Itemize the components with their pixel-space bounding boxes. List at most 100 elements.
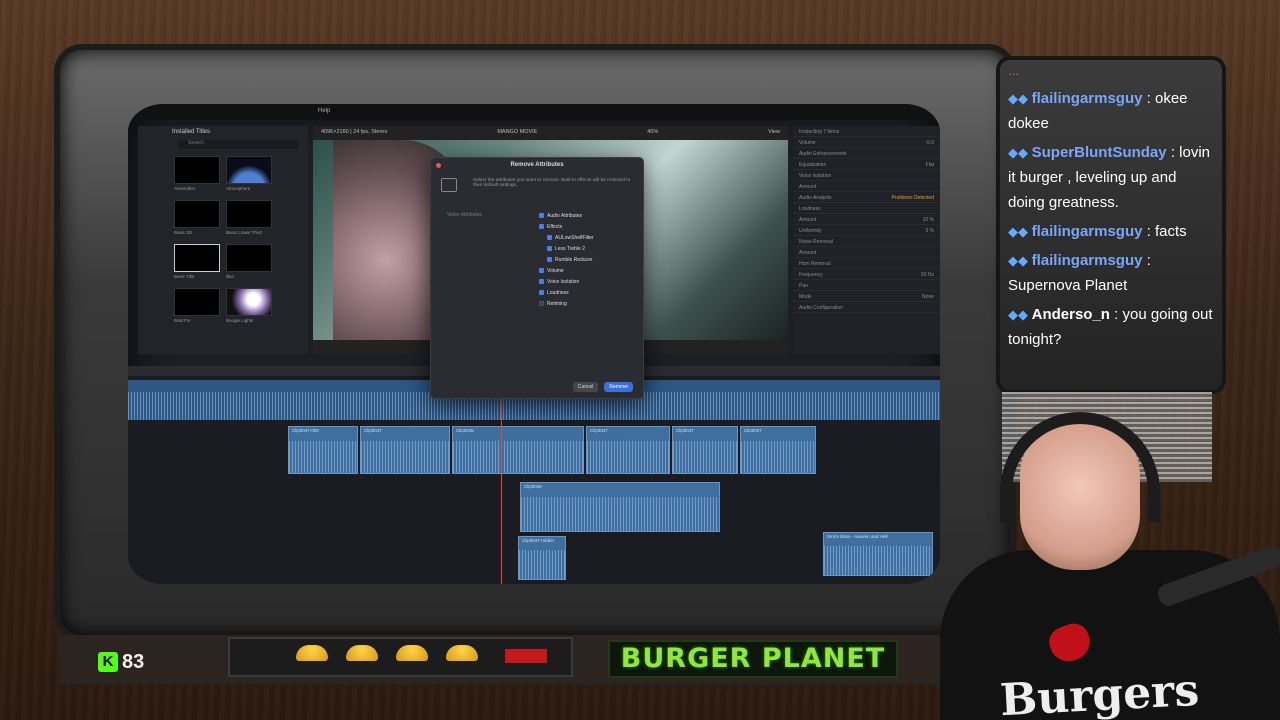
attribute-checkbox-row[interactable]: Volume [539, 265, 594, 276]
attribute-checkbox-row[interactable]: Rumble Reducer [539, 254, 594, 265]
attribute-checkbox-row[interactable]: AULowShelfFilter [539, 232, 594, 243]
inspector-row[interactable]: Amount 10 % [793, 214, 940, 225]
title-thumbnail[interactable]: Assembler [174, 156, 220, 196]
inspector-header-label: Inspecting 7 items [799, 129, 840, 135]
timeline-clip[interactable]: Clip0047-rubber [518, 536, 566, 580]
checkbox[interactable] [547, 235, 552, 240]
checkbox[interactable] [547, 246, 552, 251]
attribute-checkbox-row[interactable]: Audio Attributes [539, 210, 594, 221]
clip-waveform [289, 440, 357, 473]
title-thumbnail[interactable]: Bold Fin [174, 288, 220, 328]
inspector-row[interactable]: Equalization Flat [793, 159, 940, 170]
timeline-clip[interactable]: Clip0048 [520, 482, 720, 532]
thumbnail-image [174, 200, 220, 228]
title-thumbnail[interactable]: Basic 3D [174, 200, 220, 240]
inspector-row[interactable]: Hum Removal [793, 258, 940, 269]
chat-username[interactable]: Anderso_n [1032, 306, 1110, 323]
shirt-logo-text: Burgers [998, 664, 1201, 720]
chat-username[interactable]: flailingarmsguy [1032, 252, 1143, 269]
attribute-checkbox-row[interactable]: Loudness [539, 287, 594, 298]
clip-waveform [673, 440, 737, 473]
title-thumbnail[interactable]: Atmosphere [226, 156, 272, 196]
inspector-row[interactable]: Amount [793, 247, 940, 258]
attribute-checkbox-row[interactable]: Retiming [539, 298, 594, 309]
inspector-row-label: Loudness [799, 206, 821, 212]
title-thumbnail[interactable]: Basic Lower Third [226, 200, 272, 240]
inspector-row-label: Audio Enhancements [799, 151, 847, 157]
badge-icon: ◆◆ [1008, 91, 1032, 106]
chat-cut-line: … [1008, 66, 1019, 78]
inspector-row[interactable]: Audio Analysis Problems Detected [793, 192, 940, 203]
chat-message: ◆◆ flailingarmsguy : Supernova Planet [1008, 248, 1213, 298]
attribute-label: Volume [547, 267, 564, 274]
burger-dial-panel [228, 637, 573, 677]
timeline-clip[interactable]: Clip0047 [740, 426, 816, 474]
browser-search-input[interactable]: Search [178, 140, 298, 149]
attribute-label: Rumble Reducer [555, 256, 593, 263]
viewer-view-menu[interactable]: View [768, 129, 780, 135]
inspector-row[interactable]: Uniformity 3 % [793, 225, 940, 236]
inspector-row-label: Amount [799, 184, 817, 190]
menu-help[interactable]: Help [318, 108, 330, 114]
timeline-clip[interactable]: Clip0045 [452, 426, 584, 474]
close-icon[interactable] [436, 163, 441, 168]
attribute-label: Effects [547, 223, 563, 230]
chat-username[interactable]: SuperBluntSunday [1032, 144, 1167, 161]
inspector-row[interactable]: Pan [793, 280, 940, 291]
burger-icon [346, 645, 378, 661]
checkbox[interactable] [547, 257, 552, 262]
checkbox[interactable] [539, 301, 544, 306]
chat-separator: : [1109, 306, 1123, 323]
inspector-row-label: Pan [799, 283, 808, 289]
browser-header[interactable]: Installed Titles [138, 126, 308, 138]
inspector-row[interactable]: Amount [793, 181, 940, 192]
timeline-clip[interactable]: Clip0047-009 [288, 426, 358, 474]
remove-button[interactable]: Remove [604, 382, 633, 392]
playhead[interactable] [501, 374, 502, 584]
chat-username[interactable]: flailingarmsguy [1032, 90, 1143, 107]
timeline-clip[interactable]: Clip0047 [360, 426, 450, 474]
thumbnail-label: Bold Fin [174, 318, 191, 323]
attribute-checkbox-row[interactable]: Effects [539, 221, 594, 232]
checkbox[interactable] [539, 279, 544, 284]
inspector-row[interactable]: Volume -5.0 [793, 137, 940, 148]
brand-sign: BURGER PLANET [608, 640, 898, 678]
inspector-row-label: Hum Removal [799, 261, 831, 267]
inspector-row-label: Audio Analysis [799, 195, 832, 201]
inspector-row[interactable]: Audio Configuration [793, 302, 940, 313]
clip-waveform [824, 545, 932, 575]
inspector-row-label: Voice Isolation [799, 173, 832, 179]
inspector-row[interactable]: Mode None [793, 291, 940, 302]
inspector-row[interactable]: Audio Enhancements [793, 148, 940, 159]
checkbox[interactable] [539, 268, 544, 273]
title-thumbnail[interactable]: Basic Title [174, 244, 220, 284]
clip-label: Clip0047-rubber [522, 538, 555, 543]
viewer-project-title: MANGO MOVIE [497, 129, 538, 135]
viewer-count: 83 [122, 650, 145, 673]
chat-text: Supernova Planet [1008, 277, 1128, 294]
chat-separator: : [1142, 90, 1155, 107]
timeline-clip[interactable]: Clip0047 [586, 426, 670, 474]
thumbnail-image [174, 244, 220, 272]
attribute-checkbox-row[interactable]: Less Treble 2 [539, 243, 594, 254]
chat-username[interactable]: flailingarmsguy [1032, 223, 1143, 240]
checkbox[interactable] [539, 213, 544, 218]
inspector-row[interactable]: Voice Isolation [793, 170, 940, 181]
viewer-format: 4096×2160 | 24 fps, Stereo [321, 129, 388, 135]
timeline-clip[interactable]: Storm Bass - Heaven and Hell [823, 532, 933, 576]
checkbox[interactable] [539, 290, 544, 295]
dialog-title: Remove Attributes [510, 162, 564, 168]
title-thumbnail[interactable]: Blur [226, 244, 272, 284]
checkbox[interactable] [539, 224, 544, 229]
inspector-row[interactable]: Frequency 50 Hz [793, 269, 940, 280]
title-thumbnail[interactable]: Boogie Lights [226, 288, 272, 328]
thumbnail-label: Basic Lower Third [226, 230, 262, 235]
video-attributes-label: Video Attributes [447, 212, 482, 218]
cancel-button[interactable]: Cancel [572, 382, 599, 392]
inspector-row[interactable]: Noise Removal [793, 236, 940, 247]
timeline-clip[interactable]: Clip0047 [672, 426, 738, 474]
attribute-checkbox-row[interactable]: Voice Isolation [539, 276, 594, 287]
viewer-zoom[interactable]: 40% [647, 129, 658, 135]
inspector-row[interactable]: Loudness [793, 203, 940, 214]
clip-label: Clip0047-009 [292, 428, 319, 433]
